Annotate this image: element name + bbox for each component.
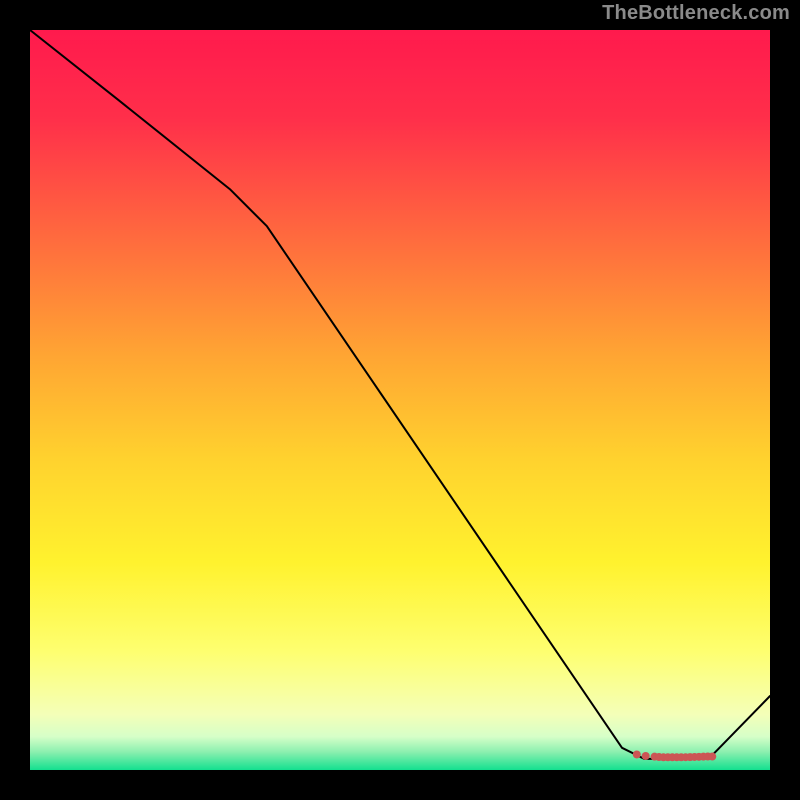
chart-marker (633, 750, 641, 758)
chart-marker (642, 752, 650, 760)
chart-stage: TheBottleneck.com (0, 0, 800, 800)
chart-svg (0, 0, 800, 800)
chart-plot-background (30, 30, 770, 770)
watermark-text: TheBottleneck.com (602, 2, 790, 25)
chart-marker (708, 753, 716, 761)
